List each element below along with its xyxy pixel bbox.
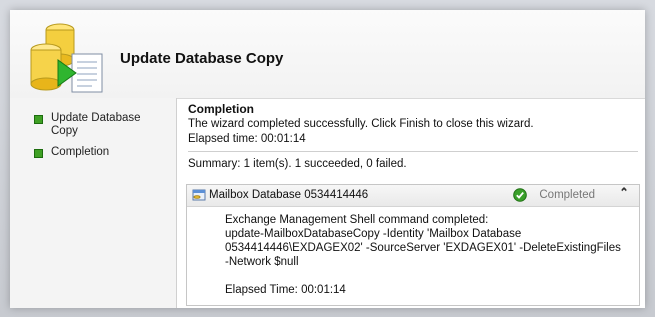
step-completion[interactable]: Completion [34, 146, 109, 159]
result-details: Exchange Management Shell command comple… [187, 207, 639, 297]
step-update-database-copy[interactable]: Update Database Copy [34, 112, 141, 138]
wizard-header: Update Database Copy [10, 10, 645, 99]
wizard-title: Update Database Copy [120, 50, 284, 67]
wizard-window: Update Database Copy Update Database Cop… [10, 10, 645, 308]
step-label-line: Update Database [51, 112, 141, 124]
step-label-line: Copy [51, 125, 78, 137]
summary-text: Summary: 1 item(s). 1 succeeded, 0 faile… [188, 158, 407, 170]
result-panel: Mailbox Database 0534414446 Completed ⌃ ⌃… [186, 184, 640, 306]
result-item-name: Mailbox Database 0534414446 [209, 189, 369, 201]
elapsed-time: Elapsed time: 00:01:14 [188, 133, 306, 145]
result-line: Exchange Management Shell command comple… [225, 214, 489, 226]
check-circle-icon [513, 188, 527, 202]
completion-heading: Completion [188, 102, 254, 116]
result-elapsed-time: Elapsed Time: 00:01:14 [225, 284, 346, 296]
result-header[interactable]: Mailbox Database 0534414446 Completed ⌃ ⌃ [187, 185, 639, 207]
step-marker-icon [34, 115, 43, 124]
step-marker-icon [34, 149, 43, 158]
completion-message: The wizard completed successfully. Click… [188, 118, 534, 130]
completion-content: Completion The wizard completed successf… [188, 102, 638, 172]
database-icon [192, 189, 206, 201]
result-line: -Network $null [225, 256, 299, 268]
step-label: Completion [51, 146, 110, 158]
result-line: 0534414446\EXDAGEX02' -SourceServer 'EXD… [225, 242, 621, 254]
wizard-steps-pane: Update Database Copy Completion [10, 98, 177, 308]
database-copy-wizard-icon [30, 23, 103, 93]
result-line: update-MailboxDatabaseCopy -Identity 'Ma… [225, 228, 522, 240]
result-status: Completed [539, 189, 595, 201]
double-chevron-up-icon[interactable]: ⌃ ⌃ [619, 186, 629, 199]
divider [188, 151, 638, 152]
